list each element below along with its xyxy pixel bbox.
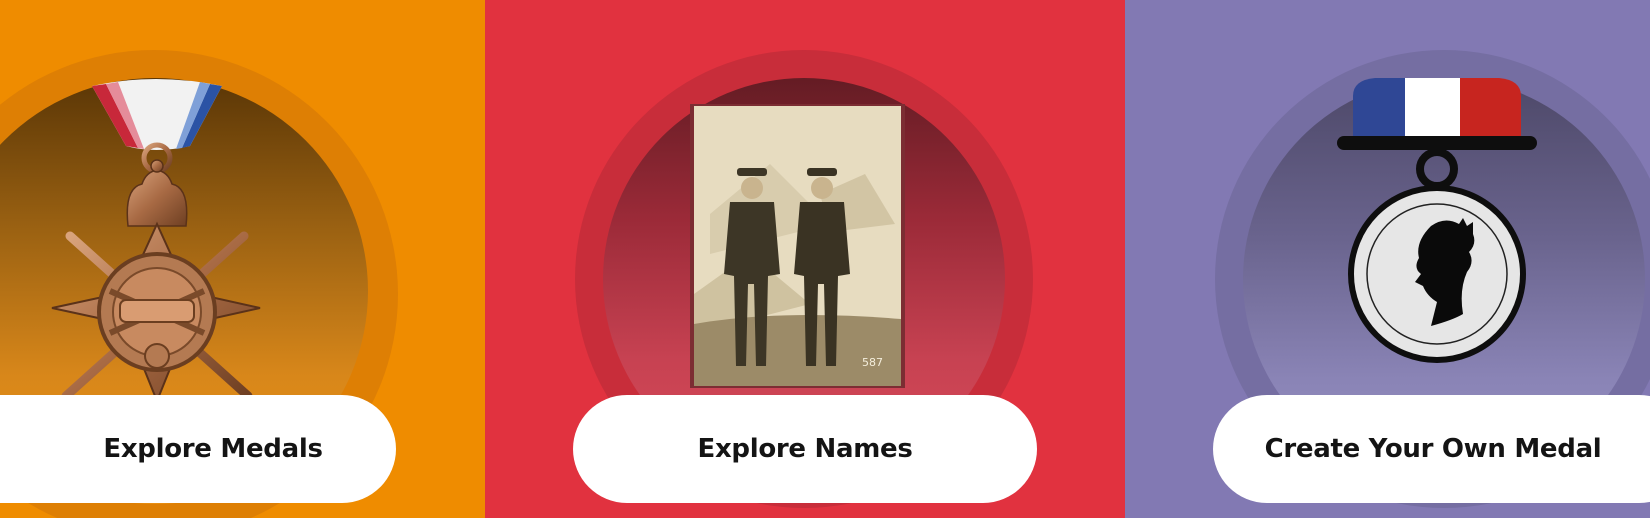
create-medal-card[interactable]: Create Your Own Medal — [1125, 0, 1650, 518]
tricolour-ribbon-icon — [1353, 78, 1521, 138]
medal-ribbon — [92, 79, 222, 150]
medal-builder-icon — [1337, 78, 1537, 363]
medal-crown — [126, 159, 188, 227]
create-medal-button[interactable]: Create Your Own Medal — [1213, 395, 1650, 503]
create-medal-label: Create Your Own Medal — [1264, 434, 1602, 464]
home-tiles: Explore Medals 587 Explore Names Create … — [0, 0, 1650, 518]
explore-medals-button[interactable]: Explore Medals — [0, 395, 396, 503]
soldiers-photo: 587 — [690, 104, 905, 388]
photo-number: 587 — [862, 356, 883, 369]
explore-names-label: Explore Names — [697, 434, 913, 464]
explore-medals-card[interactable]: Explore Medals — [0, 0, 485, 518]
medal-star-image — [51, 79, 261, 404]
explore-names-card[interactable]: 587 Explore Names — [485, 0, 1125, 518]
explore-names-button[interactable]: Explore Names — [573, 395, 1037, 503]
explore-medals-label: Explore Medals — [103, 434, 323, 464]
